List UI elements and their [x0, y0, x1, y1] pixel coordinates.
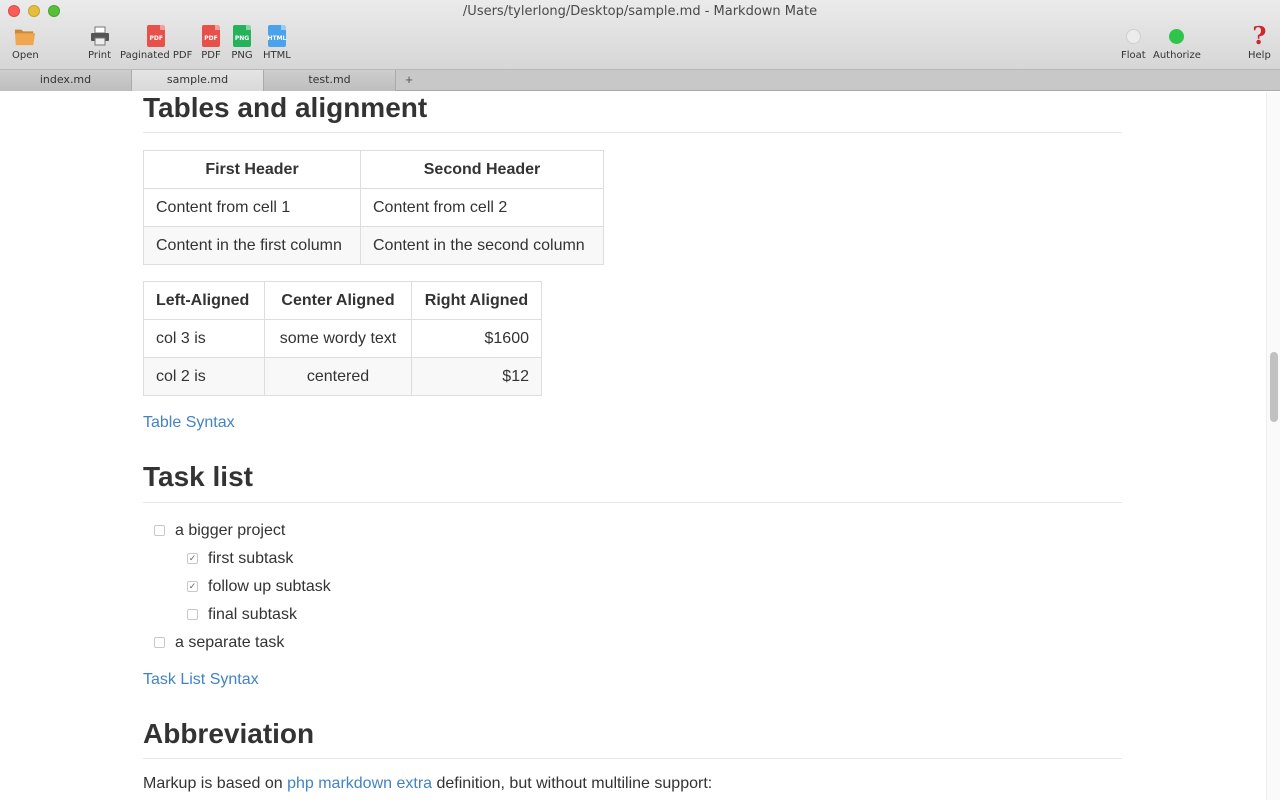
tab-sample-md[interactable]: sample.md — [132, 70, 264, 91]
table-cell: Content from cell 1 — [143, 188, 361, 227]
checkmark-icon: ✓ — [188, 581, 197, 592]
task-label: a bigger project — [175, 521, 286, 539]
table-cell: Content from cell 2 — [360, 188, 604, 227]
table-cell: Content in the first column — [143, 226, 361, 265]
paginated-pdf-label: Paginated PDF — [120, 50, 193, 61]
help-button[interactable]: ? Help — [1248, 21, 1271, 62]
task-checkbox[interactable]: ✓ — [187, 553, 198, 565]
abbreviation-heading: Abbreviation — [143, 717, 1122, 760]
open-label: Open — [12, 50, 39, 61]
table-cell: $12 — [411, 357, 542, 396]
table-cell: col 2 is — [143, 357, 265, 396]
tab-test-md[interactable]: test.md — [264, 70, 396, 91]
checkmark-icon: ✓ — [188, 553, 197, 564]
task-label: follow up subtask — [208, 577, 331, 595]
html-label: HTML — [263, 50, 291, 61]
pdf-button[interactable]: PDF PDF — [200, 24, 222, 61]
task-label: first subtask — [208, 549, 294, 567]
list-item: a separate task — [143, 629, 1122, 657]
table-cell: col 3 is — [143, 319, 265, 358]
task-checkbox[interactable] — [187, 609, 198, 621]
basic-table: First Header Second Header Content from … — [143, 150, 604, 265]
tables-heading: Tables and alignment — [143, 92, 1122, 133]
php-markdown-extra-link[interactable]: php markdown extra — [287, 775, 432, 792]
list-item: ✓ first subtask — [143, 545, 1122, 573]
table-cell: some wordy text — [264, 319, 412, 358]
folder-icon — [14, 24, 36, 48]
paginated-pdf-button[interactable]: PDF Paginated PDF — [120, 24, 192, 61]
task-checkbox[interactable] — [154, 637, 165, 649]
html-file-icon: HTML — [266, 24, 288, 48]
float-button[interactable]: Float — [1121, 24, 1146, 61]
authorize-status-icon — [1166, 24, 1188, 48]
printer-icon — [89, 24, 111, 48]
tab-bar: index.md sample.md test.md + — [0, 70, 1280, 91]
paragraph-text: Markup is based on — [143, 775, 288, 793]
window-chrome: /Users/tylerlong/Desktop/sample.md - Mar… — [0, 0, 1280, 70]
task-checkbox[interactable]: ✓ — [187, 581, 198, 593]
table-cell: centered — [264, 357, 412, 396]
print-button[interactable]: Print — [88, 24, 111, 61]
table-header: Right Aligned — [411, 281, 542, 320]
pdf-file-icon: PDF — [200, 24, 222, 48]
pdf-file-icon: PDF — [145, 24, 167, 48]
table-cell: $1600 — [411, 319, 542, 358]
list-item: ✓ follow up subtask — [143, 573, 1122, 601]
task-list-heading: Task list — [143, 460, 1122, 503]
vertical-scrollbar[interactable] — [1266, 92, 1280, 800]
abbreviation-paragraph: Markup is based on php markdown extra de… — [143, 775, 1122, 793]
list-item: a bigger project — [143, 517, 1122, 545]
scrollbar-thumb[interactable] — [1270, 352, 1278, 422]
authorize-button[interactable]: Authorize — [1153, 24, 1201, 61]
table-header: Second Header — [360, 150, 604, 189]
png-button[interactable]: PNG PNG — [231, 24, 253, 61]
table-cell: Content in the second column — [360, 226, 604, 265]
print-label: Print — [88, 50, 112, 61]
task-label: a separate task — [175, 633, 285, 651]
float-label: Float — [1121, 50, 1146, 61]
png-label: PNG — [231, 50, 253, 61]
task-label: final subtask — [208, 605, 297, 623]
table-header: Center Aligned — [264, 281, 412, 320]
help-label: Help — [1248, 50, 1271, 61]
table-header: Left-Aligned — [143, 281, 265, 320]
tab-index-md[interactable]: index.md — [0, 70, 132, 91]
window-title: /Users/tylerlong/Desktop/sample.md - Mar… — [462, 4, 818, 19]
open-button[interactable]: Open — [12, 24, 39, 61]
authorize-label: Authorize — [1153, 50, 1201, 61]
help-icon: ? — [1252, 21, 1267, 50]
task-list: a bigger project ✓ first subtask ✓ follo… — [143, 517, 1122, 657]
pdf-label: PDF — [201, 50, 221, 61]
png-file-icon: PNG — [231, 24, 253, 48]
task-list-syntax-link[interactable]: Task List Syntax — [143, 671, 259, 688]
preview-pane: Tables and alignment First Header Second… — [0, 92, 1266, 800]
html-button[interactable]: HTML HTML — [263, 24, 291, 61]
float-status-icon — [1122, 24, 1144, 48]
document: Tables and alignment First Header Second… — [143, 92, 1122, 793]
task-checkbox[interactable] — [154, 525, 165, 537]
paragraph-text: definition, but without multiline suppor… — [432, 775, 713, 793]
alignment-table: Left-Aligned Center Aligned Right Aligne… — [143, 281, 542, 396]
table-syntax-link[interactable]: Table Syntax — [143, 414, 235, 431]
table-header: First Header — [143, 150, 361, 189]
list-item: final subtask — [143, 601, 1122, 629]
add-tab-button[interactable]: + — [396, 70, 422, 91]
